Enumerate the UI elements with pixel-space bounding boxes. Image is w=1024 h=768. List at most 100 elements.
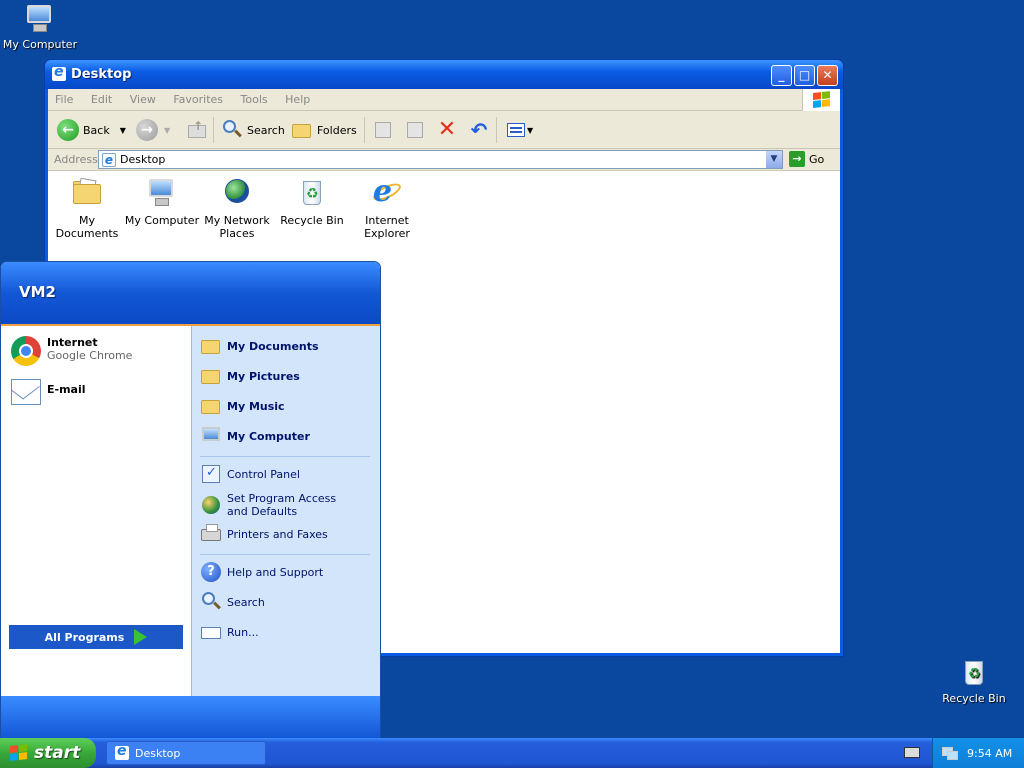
address-bar: Address e Desktop ▼ → Go [48,149,840,171]
network-icon[interactable] [941,746,958,760]
copy-to-icon [404,119,426,141]
back-label: Back [83,123,110,137]
computer-icon [145,176,179,210]
all-programs-label: All Programs [44,630,125,644]
go-arrow-icon: → [789,151,805,167]
file-label: My Computer [124,214,200,227]
clock[interactable]: 9:54 AM [967,747,1012,760]
start-item-help-support[interactable]: ? Help and Support [200,561,323,583]
back-button[interactable]: ← Back ▼ [57,117,126,143]
address-value: Desktop [120,153,166,166]
start-item-search[interactable]: Search [200,591,265,613]
email-envelope-icon [11,379,41,405]
user-name: VM2 [19,283,56,301]
menu-favorites[interactable]: Favorites [166,89,230,110]
network-globe-icon [220,176,254,210]
desktop-icon-label: Recycle Bin [942,692,1006,705]
start-item-printers-faxes[interactable]: Printers and Faxes [200,523,328,545]
file-icon-internet-explorer[interactable]: e Internet Explorer [349,176,425,241]
internet-explorer-icon: e [370,176,404,210]
address-dropdown-icon[interactable]: ▼ [766,151,782,168]
start-item-my-computer[interactable]: My Computer [200,425,310,447]
green-arrow-icon [134,629,148,645]
pinned-name: Internet [47,336,98,349]
control-panel-icon [200,463,222,485]
printer-icon [200,523,222,545]
start-item-control-panel[interactable]: Control Panel [200,463,300,485]
chevron-down-icon[interactable]: ▼ [120,126,126,135]
start-item-run[interactable]: Run... [200,621,259,643]
menu-edit[interactable]: Edit [84,89,119,110]
taskbar-item-desktop[interactable]: Desktop [106,741,266,765]
windows-flag-icon [10,744,28,762]
all-programs-button[interactable]: All Programs [9,625,183,649]
start-item-my-pictures[interactable]: My Pictures [200,365,300,387]
pictures-folder-icon [200,365,222,387]
start-menu: VM2 Internet Google Chrome E-mail All Pr… [0,261,381,739]
menu-file[interactable]: File [48,89,80,110]
move-to-button[interactable] [372,117,394,143]
recycle-bin-icon: ♻ [295,176,329,210]
taskbar-item-label: Desktop [135,746,181,760]
file-label: Recycle Bin [280,214,344,227]
file-icon-my-computer[interactable]: My Computer [124,176,200,227]
menu-help[interactable]: Help [278,89,317,110]
start-menu-header: VM2 [1,262,380,326]
menu-bar: File Edit View Favorites Tools Help [48,89,840,111]
run-icon [200,621,222,643]
desktop-icon-my-computer[interactable]: My Computer [0,2,80,51]
go-label: Go [809,152,825,166]
file-icon-recycle-bin[interactable]: ♻ Recycle Bin [274,176,350,227]
menu-view[interactable]: View [123,89,163,110]
start-item-label: My Pictures [227,369,300,383]
address-label: Address [54,153,98,166]
start-item-label: Set Program Access and Defaults [227,492,337,518]
menu-separator [200,554,370,555]
windows-logo [802,89,840,111]
views-icon [505,119,527,141]
start-item-label: My Documents [227,339,319,353]
start-item-my-documents[interactable]: My Documents [200,335,319,357]
start-item-label: Search [227,595,265,609]
search-button[interactable]: Search [221,117,285,143]
desktop-icon-recycle-bin[interactable]: ♻ Recycle Bin [934,656,1014,705]
minimize-button[interactable]: _ [771,65,792,86]
maximize-button[interactable]: □ [794,65,815,86]
ie-icon [115,743,129,760]
folders-button[interactable]: Folders [291,117,357,143]
delete-x-icon: ✕ [437,117,457,142]
pinned-item-internet[interactable]: Internet Google Chrome [11,336,132,366]
up-button[interactable]: ↑ [186,117,208,143]
start-item-program-access[interactable]: Set Program Access and Defaults [200,492,357,518]
forward-button[interactable]: → ▼ [136,117,170,143]
start-item-label: Control Panel [227,467,300,481]
taskbar: start Desktop 9:54 AM [0,738,1024,768]
close-button[interactable]: ✕ [817,65,838,86]
search-label: Search [247,123,285,137]
music-folder-icon [200,395,222,417]
pinned-sub: Google Chrome [47,349,133,362]
start-item-label: Help and Support [227,565,324,579]
file-icon-my-documents[interactable]: My Documents [49,176,125,240]
desktop-icon-label: My Computer [2,38,78,51]
keyboard-icon[interactable] [904,747,920,758]
address-input[interactable]: e Desktop ▼ [98,150,783,169]
file-icon-my-network-places[interactable]: My Network Places [199,176,275,240]
copy-to-button[interactable] [404,117,426,143]
system-tray: 9:54 AM [932,738,1024,768]
start-menu-left-pane: Internet Google Chrome E-mail All Progra… [1,326,191,696]
delete-button[interactable]: ✕ [436,117,458,143]
toolbar-separator [364,117,365,143]
undo-button[interactable]: ↶ [468,117,490,143]
start-button[interactable]: start [0,738,96,768]
go-button[interactable]: → Go [789,151,824,167]
start-item-my-music[interactable]: My Music [200,395,285,417]
window-titlebar[interactable]: Desktop _ □ ✕ [45,60,843,89]
menu-tools[interactable]: Tools [234,89,275,110]
pinned-item-email[interactable]: E-mail [11,376,86,405]
chevron-down-icon[interactable]: ▼ [164,126,170,135]
start-item-label: Run... [227,625,259,639]
start-item-label: Printers and Faxes [227,527,328,541]
undo-icon: ↶ [470,118,488,142]
views-button[interactable]: ▼ [505,117,533,143]
